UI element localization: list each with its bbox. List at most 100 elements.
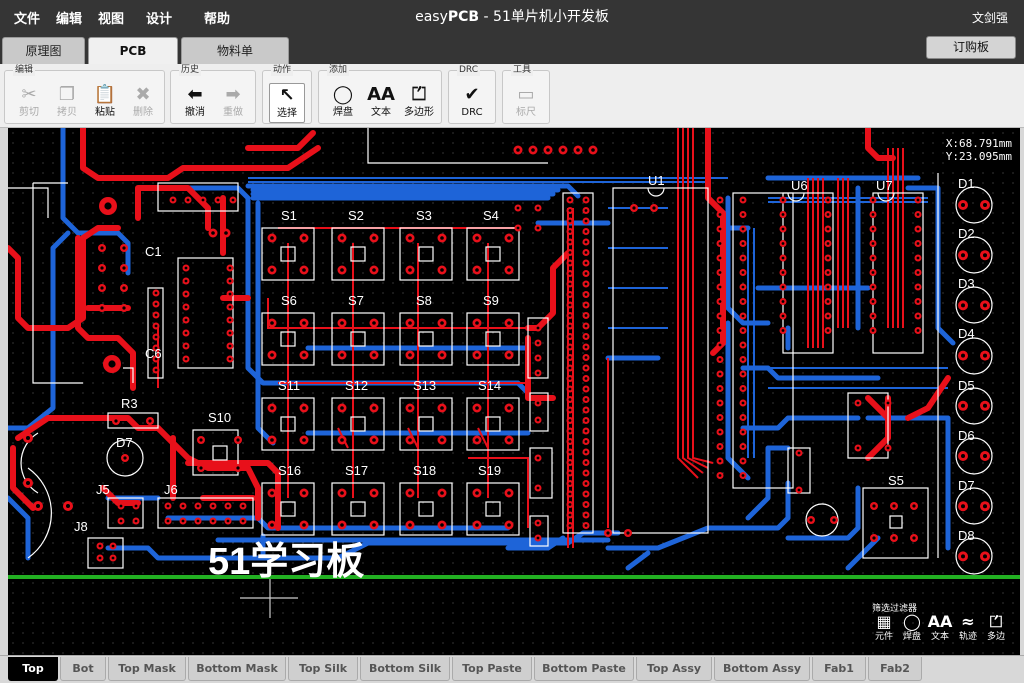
paste-button[interactable]: 📋 粘贴 (87, 83, 123, 123)
tab-bom[interactable]: 物料单 (181, 37, 289, 64)
pad-hole (372, 321, 376, 325)
pad-hole (584, 314, 588, 317)
pad-hole (584, 471, 588, 475)
pad-hole (440, 353, 444, 357)
layer-tab-fab1[interactable]: Fab1 (812, 657, 866, 681)
pad-hole (718, 256, 722, 260)
coord-x: X:68.791mm (945, 137, 1012, 150)
filter-text[interactable]: AA 文本 (926, 612, 954, 643)
pad-hole (626, 531, 630, 535)
layer-tab-top-paste[interactable]: Top Paste (452, 657, 532, 681)
menu-design[interactable]: 设计 (146, 8, 204, 27)
pad-hole (584, 324, 588, 328)
pad-hole (340, 353, 344, 357)
pad-hole (983, 403, 987, 408)
filter-component[interactable]: ▦ 元件 (870, 612, 898, 643)
filter-polygon[interactable]: ⏍ 多边 (982, 612, 1010, 643)
menu-help[interactable]: 帮助 (204, 8, 246, 27)
pad-hole (228, 305, 232, 309)
pad-hole (561, 148, 565, 152)
select-tool-button[interactable]: ↖ 选择 (269, 83, 305, 123)
ruler-button[interactable]: ▭ 标尺 (508, 83, 544, 123)
pad-hole (340, 491, 344, 495)
pad-hole (568, 450, 572, 454)
menu-edit[interactable]: 编辑 (56, 8, 98, 27)
layer-tab-top-mask[interactable]: Top Mask (108, 657, 186, 681)
pad-hole (871, 285, 875, 289)
drc-button[interactable]: ✔ DRC (454, 83, 490, 123)
pad-hole (781, 285, 785, 289)
redo-button[interactable]: ➡ 重做 (215, 83, 251, 123)
cut-button[interactable]: ✂ 剪切 (11, 83, 47, 123)
tab-schematic[interactable]: 原理图 (2, 37, 85, 64)
component-label: S14 (478, 378, 501, 393)
pad-hole (568, 429, 572, 433)
pad-hole (741, 227, 745, 231)
scissors-icon: ✂ (21, 84, 37, 105)
undo-button[interactable]: ⬅ 撤消 (177, 83, 213, 123)
pad-hole (184, 344, 188, 348)
pad-hole (568, 230, 572, 233)
pad-hole (475, 268, 479, 272)
pad-hole (228, 344, 232, 348)
pad-hole (591, 148, 595, 152)
tab-pcb[interactable]: PCB (88, 37, 178, 64)
cursor-coordinates: X:68.791mm Y:23.095mm (943, 136, 1014, 164)
layer-tab-top[interactable]: Top (8, 657, 58, 681)
pad-hole (718, 416, 722, 419)
pad-hole (741, 416, 745, 419)
pad-hole (584, 356, 588, 359)
pad-hole (340, 321, 344, 325)
pad-hole (536, 341, 540, 345)
component-label: S1 (281, 208, 297, 223)
user-name[interactable]: 文剑强 (972, 9, 1008, 26)
copy-button[interactable]: ❐ 拷贝 (49, 83, 85, 123)
pad-hole (154, 302, 158, 306)
layer-tab-bottom-assy[interactable]: Bottom Assy (714, 657, 810, 681)
pcb-canvas[interactable]: 51学习板 S1 S2 S3 S4 S6 S7 S8 S9 S11 S12 S13 S14 S16 S17… (8, 128, 1020, 655)
polygon-icon: ⏍ (989, 612, 1003, 631)
menu-view[interactable]: 视图 (98, 8, 146, 27)
layer-tab-bot[interactable]: Bot (60, 657, 106, 681)
pad-tool-button[interactable]: ◯ 焊盘 (325, 83, 361, 123)
pad-hole (507, 523, 511, 527)
filter-pad[interactable]: ◯ 焊盘 (898, 612, 926, 643)
pad-hole (536, 401, 540, 405)
pad-hole (961, 253, 965, 258)
layer-tab-bottom-mask[interactable]: Bottom Mask (188, 657, 286, 681)
toolbar: 编辑 ✂ 剪切 ❐ 拷贝 📋 粘贴 ✖ 删除 历史 ⬅ 撤消 ➡ 重做 动作 ↖ 选择 添加 … (0, 64, 1024, 128)
pad-hole (584, 240, 588, 244)
pad-hole (98, 544, 102, 548)
layer-tab-fab2[interactable]: Fab2 (868, 657, 922, 681)
text-tool-button[interactable]: AA 文本 (363, 83, 399, 123)
pad-hole (184, 318, 188, 322)
pad-hole (302, 438, 306, 442)
pad-hole (536, 206, 540, 210)
polygon-tool-button[interactable]: ⏍ 多边形 (401, 83, 437, 123)
menu-file[interactable]: 文件 (14, 8, 56, 27)
layer-tab-top-silk[interactable]: Top Silk (288, 657, 358, 681)
layer-tab-bottom-paste[interactable]: Bottom Paste (534, 657, 634, 681)
pad-hole (781, 256, 785, 260)
pad-hole (568, 387, 572, 391)
pcb-canvas-frame: 51学习板 S1 S2 S3 S4 S6 S7 S8 S9 S11 S12 S13 S14 S16 S17… (0, 128, 1024, 655)
component-label: S2 (348, 208, 364, 223)
filter-track[interactable]: ≈ 轨迹 (954, 612, 982, 643)
delete-button[interactable]: ✖ 删除 (125, 83, 161, 123)
layer-tab-bottom-silk[interactable]: Bottom Silk (360, 657, 450, 681)
pad-hole (741, 343, 745, 347)
pad-hole (568, 251, 572, 254)
pad-hole (302, 491, 306, 495)
order-board-button[interactable]: 订购板 (926, 36, 1016, 59)
history-group-title: 历史 (179, 65, 202, 76)
pad-hole (871, 256, 875, 260)
component-label: D2 (958, 226, 975, 241)
pad-hole (568, 335, 572, 338)
pad-hole (871, 300, 875, 303)
pad-hole (340, 438, 344, 442)
pad-hole (122, 286, 126, 290)
pad-hole (741, 401, 745, 405)
layer-tab-top-assy[interactable]: Top Assy (636, 657, 712, 681)
pad-hole (584, 513, 588, 517)
pad-hole (171, 198, 175, 202)
